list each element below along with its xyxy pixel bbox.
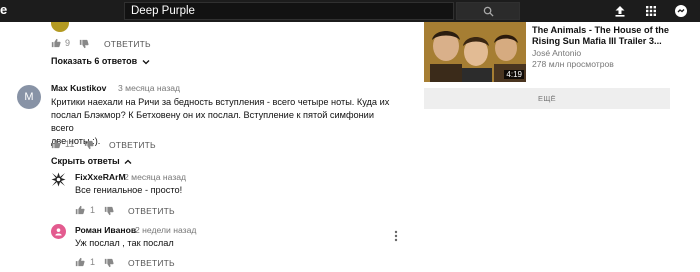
reply-button[interactable]: ОТВЕТИТЬ (104, 39, 151, 49)
show-replies-button[interactable]: Показать 6 ответов (51, 56, 150, 66)
show-more-label: ЕЩЁ (538, 94, 556, 103)
chevron-up-icon (124, 159, 132, 164)
search-input[interactable]: Deep Purple (124, 2, 474, 20)
reply-button[interactable]: ОТВЕТИТЬ (128, 206, 175, 216)
comment-text: Критики наехали на Ричи за бедность всту… (51, 96, 396, 148)
avatar[interactable] (51, 22, 69, 32)
avatar[interactable] (51, 224, 66, 239)
dislike-icon[interactable] (104, 258, 114, 268)
show-replies-label: Показать 6 ответов (51, 56, 138, 66)
like-icon[interactable] (75, 257, 85, 267)
video-thumbnail[interactable]: 4:19 (424, 22, 526, 82)
avatar-image (55, 228, 62, 236)
avatar-letter: M (24, 91, 34, 103)
youtube-logo[interactable]: e (0, 2, 7, 17)
upload-icon[interactable] (612, 3, 628, 19)
dislike-icon[interactable] (79, 39, 89, 49)
reply-date[interactable]: 2 месяца назад (124, 172, 186, 182)
like-count: 11 (65, 139, 75, 149)
like-icon[interactable] (51, 38, 61, 48)
hide-replies-button[interactable]: Скрыть ответы (51, 156, 132, 166)
search-button[interactable] (456, 2, 520, 20)
video-title-line: The Animals - The House of the (532, 25, 669, 35)
dislike-icon[interactable] (104, 206, 114, 216)
reply-button[interactable]: ОТВЕТИТЬ (128, 258, 175, 268)
comment-line: Критики наехали на Ричи за бедность всту… (51, 97, 390, 107)
like-count: 1 (90, 205, 96, 215)
video-views: 278 млн просмотров (532, 59, 614, 69)
like-count: 1 (90, 257, 96, 267)
avatar-image (51, 172, 66, 187)
avatar[interactable]: M (17, 85, 41, 109)
comment-author[interactable]: Max Kustikov (51, 83, 106, 93)
video-title[interactable]: The Animals - The House of the Rising Su… (532, 25, 692, 47)
comment-date[interactable]: 3 месяца назад (118, 83, 180, 93)
like-icon[interactable] (75, 205, 85, 215)
top-bar: e Deep Purple (0, 0, 700, 22)
avatar[interactable] (51, 172, 66, 187)
like-count: 9 (65, 38, 71, 48)
reply-button[interactable]: ОТВЕТИТЬ (109, 140, 156, 150)
apps-grid-icon[interactable] (643, 3, 659, 19)
comment-line: послал Блэкмор? К Бетховену он их послал… (51, 110, 374, 133)
reply-author[interactable]: FixXxeRArM (75, 172, 126, 182)
chevron-down-icon (142, 59, 150, 65)
reply-text: Уж послал , так послал (75, 238, 174, 248)
search-query: Deep Purple (131, 5, 195, 17)
search-icon (483, 6, 494, 17)
dislike-icon[interactable] (84, 140, 94, 150)
video-channel[interactable]: José Antonio (532, 48, 581, 58)
show-more-button[interactable]: ЕЩЁ (424, 88, 670, 109)
reply-date[interactable]: 2 недели назад (135, 225, 196, 235)
video-duration: 4:19 (504, 70, 524, 79)
reply-author[interactable]: Роман Иванов (75, 225, 136, 235)
comment-line: две ноты :). (51, 136, 101, 146)
hide-replies-label: Скрыть ответы (51, 156, 120, 166)
reply-text: Все гениальное - просто! (75, 185, 183, 195)
like-icon[interactable] (51, 139, 61, 149)
more-vert-icon[interactable] (394, 230, 398, 242)
messages-icon[interactable] (673, 3, 689, 19)
video-title-line: Rising Sun Mafia III Trailer 3... (532, 36, 662, 46)
